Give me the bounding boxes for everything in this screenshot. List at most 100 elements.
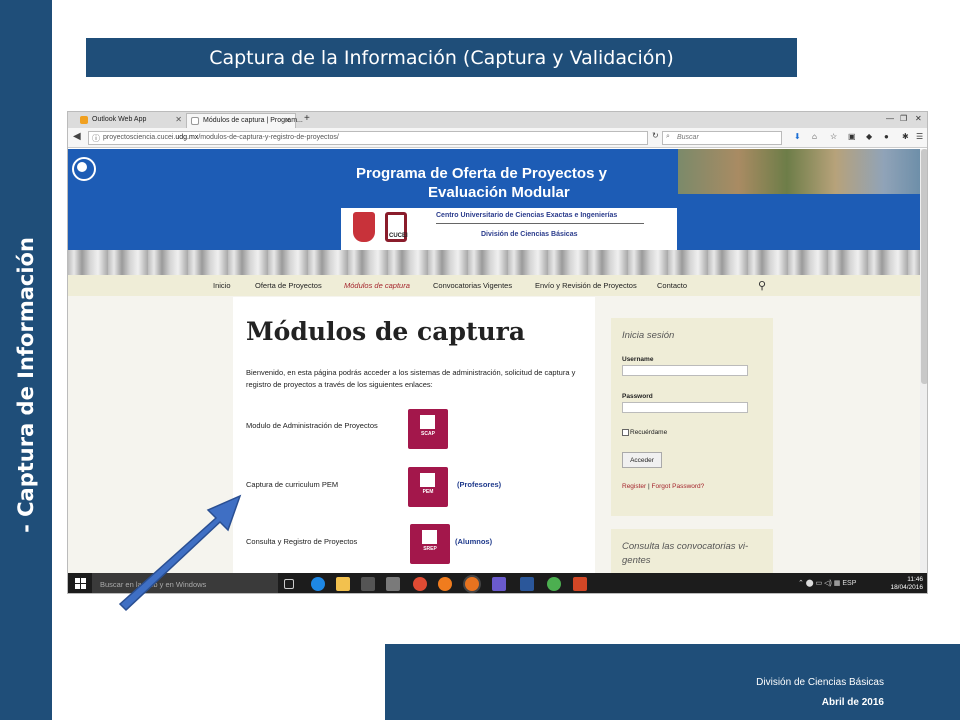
menu-item-modulos[interactable]: Módulos de captura	[344, 281, 410, 290]
search-placeholder: Buscar	[677, 134, 699, 141]
home-icon[interactable]: ⌂	[812, 132, 817, 141]
menu-item-contacto[interactable]: Contacto	[657, 281, 687, 290]
slide: - Captura de Información Captura de la I…	[0, 0, 960, 720]
password-label: Password	[622, 393, 653, 400]
scrollbar-thumb[interactable]	[921, 149, 927, 384]
bookmark-star-icon[interactable]: ☆	[830, 132, 837, 141]
register-link[interactable]: Register	[622, 483, 646, 490]
tab-bar: Outlook Web App ✕ Módulos de captura | P…	[68, 112, 927, 128]
paint-icon[interactable]	[547, 577, 561, 591]
cucei-header: CUCEI Centro Universitario de Ciencias E…	[341, 208, 677, 250]
new-tab-icon[interactable]: +	[304, 113, 310, 124]
site-banner: Programa de Oferta de Proyectos y Evalua…	[68, 149, 920, 250]
clipboard-icon[interactable]: ▣	[848, 132, 856, 141]
browser-search-input[interactable]: ⌕ Buscar	[662, 131, 782, 145]
clock-date: 18/04/2016	[890, 584, 923, 591]
remember-label: Recuérdame	[630, 429, 668, 436]
media-player-icon[interactable]	[386, 577, 400, 591]
menu-item-envio[interactable]: Envío y Revisión de Proyectos	[535, 281, 637, 290]
powerpoint-icon[interactable]	[573, 577, 587, 591]
site-logo-dot	[77, 162, 87, 172]
checkbox-icon[interactable]	[622, 429, 629, 436]
cucei-logo-icon: CUCEI	[385, 212, 408, 242]
clock[interactable]: 11:46 18/04/2016	[890, 576, 923, 592]
calls-heading: Consulta las convocatorias vi-gentes	[622, 541, 749, 566]
vertical-section-title: - Captura de Información	[14, 237, 38, 533]
username-input[interactable]	[622, 365, 748, 376]
site-title-line2: Evaluación Modular	[428, 184, 570, 201]
system-tray-icons[interactable]: ⌃ ⬤ ▭ ◁) ▦ ESP	[798, 579, 856, 587]
pointer-arrow-icon	[118, 494, 242, 612]
profesores-note: (Profesores)	[457, 480, 502, 489]
udg-crest-icon	[353, 212, 375, 242]
chat-icon[interactable]: ●	[884, 132, 889, 141]
footer-division: División de Ciencias Básicas	[756, 677, 884, 688]
icon-label: PEM	[422, 489, 434, 495]
document-icon	[420, 473, 435, 487]
center-name: Centro Universitario de Ciencias Exactas…	[436, 212, 618, 219]
footer-band: División de Ciencias Básicas Abril de 20…	[385, 644, 960, 720]
menu-item-oferta[interactable]: Oferta de Proyectos	[255, 281, 322, 290]
page-scrollbar[interactable]	[920, 149, 927, 574]
settings-icon[interactable]: ✱	[902, 132, 909, 141]
icon-label: SREP	[423, 546, 437, 552]
edge-icon[interactable]	[311, 577, 325, 591]
restore-icon[interactable]: ❐	[900, 114, 907, 123]
login-heading: Inicia sesión	[622, 330, 675, 341]
site-title-line1: Programa de Oferta de Proyectos y	[356, 165, 607, 182]
icon-label: SCAP	[421, 431, 435, 437]
menu-item-inicio[interactable]: Inicio	[213, 281, 231, 290]
store-icon[interactable]	[361, 577, 375, 591]
document-icon	[422, 530, 437, 544]
url-domain: udg.mx	[175, 134, 199, 141]
clock-time: 11:46	[907, 576, 923, 583]
module-label-administracion: Modulo de Administración de Proyectos	[246, 421, 378, 430]
pem-module-icon[interactable]: PEM	[408, 467, 448, 507]
calls-panel: Consulta las convocatorias vi-gentes	[611, 529, 773, 574]
firefox-active-icon[interactable]	[465, 577, 479, 591]
close-window-icon[interactable]: ✕	[915, 114, 922, 123]
intro-text: Bienvenido, en esta página podrás accede…	[246, 368, 576, 389]
page-heading: Módulos de captura	[246, 317, 526, 346]
app-icon[interactable]	[492, 577, 506, 591]
cucei-logo-text: CUCEI	[389, 233, 408, 239]
srep-module-icon[interactable]: SREP	[410, 524, 450, 564]
menu-item-convocatorias[interactable]: Convocatorias Vigentes	[433, 281, 512, 290]
chrome-icon[interactable]	[413, 577, 427, 591]
url-prefix: proyectosciencia.cucei.	[103, 134, 176, 141]
login-button[interactable]: Acceder	[622, 452, 662, 468]
minimize-icon[interactable]: —	[886, 114, 894, 123]
remember-me-checkbox[interactable]: Recuérdame	[622, 429, 667, 436]
search-icon[interactable]: ⚲	[758, 279, 766, 292]
download-icon[interactable]: ⬇	[794, 132, 801, 141]
tab-outlook[interactable]: Outlook Web App ✕	[76, 113, 186, 128]
task-view-icon[interactable]	[284, 579, 294, 589]
divider	[436, 223, 644, 224]
main-content: Módulos de captura Bienvenido, en esta p…	[233, 297, 595, 574]
menu-icon[interactable]: ☰	[916, 132, 923, 141]
file-explorer-icon[interactable]	[336, 577, 350, 591]
word-icon[interactable]	[520, 577, 534, 591]
password-input[interactable]	[622, 402, 748, 413]
left-sidebar-band: - Captura de Información	[0, 0, 52, 720]
close-tab-icon[interactable]: ✕	[284, 116, 291, 125]
tab-label: Outlook Web App	[92, 116, 147, 123]
scap-module-icon[interactable]: SCAP	[408, 409, 448, 449]
close-tab-icon[interactable]: ✕	[175, 115, 182, 124]
info-icon: ⓘ	[92, 134, 100, 143]
tab-modulos-captura[interactable]: Módulos de captura | Program... ✕	[186, 113, 303, 128]
division-name: División de Ciencias Básicas	[481, 231, 578, 238]
back-icon[interactable]: ◀	[73, 131, 81, 142]
alumnos-note: (Alumnos)	[455, 537, 493, 546]
forgot-password-link[interactable]: Forgot Password?	[652, 483, 705, 490]
search-icon: ⌕	[666, 133, 670, 140]
firefox-icon[interactable]	[438, 577, 452, 591]
reload-icon[interactable]: ↻	[652, 131, 659, 140]
pocket-icon[interactable]: ◆	[866, 132, 872, 141]
page-icon	[191, 117, 199, 125]
username-label: Username	[622, 356, 654, 363]
windows-start-icon[interactable]	[75, 578, 86, 589]
url-bar[interactable]: ⓘ proyectosciencia.cucei.udg.mx/modulos-…	[88, 131, 648, 145]
language-indicator[interactable]: ESP	[842, 580, 856, 587]
navigation-toolbar: ◀ ⓘ proyectosciencia.cucei.udg.mx/modulo…	[68, 128, 927, 148]
